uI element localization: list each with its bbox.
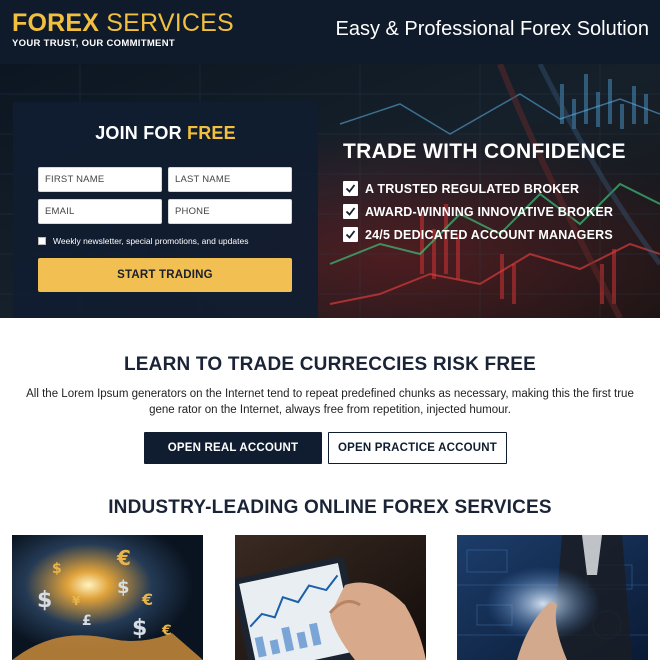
checkmark-icon [343, 204, 358, 219]
benefit-text: 24/5 DEDICATED ACCOUNT MANAGERS [365, 227, 613, 242]
svg-text:£: £ [82, 613, 92, 629]
newsletter-label: Weekly newsletter, special promotions, a… [53, 236, 249, 246]
first-name-input[interactable]: FIRST NAME [38, 167, 162, 192]
email-input[interactable]: EMAIL [38, 199, 162, 224]
open-real-account-button[interactable]: OPEN REAL ACCOUNT [144, 432, 322, 464]
open-practice-account-button[interactable]: OPEN PRACTICE ACCOUNT [328, 432, 507, 464]
start-trading-button[interactable]: START TRADING [38, 258, 292, 292]
learn-section-title: LEARN TO TRADE CURRECCIES RISK FREE [123, 354, 536, 375]
newsletter-checkbox[interactable] [38, 237, 46, 245]
svg-text:¥: ¥ [72, 594, 81, 608]
services-section-title: INDUSTRY-LEADING ONLINE FOREX SERVICES [108, 497, 552, 518]
header-tagline: Easy & Professional Forex Solution [335, 18, 650, 40]
benefit-item: AWARD-WINNING INNOVATIVE BROKER [343, 200, 613, 223]
svg-text:$: $ [37, 588, 52, 613]
logo-strong-text: FOREX [12, 9, 100, 37]
svg-text:$: $ [132, 616, 147, 641]
svg-text:€: € [141, 590, 153, 609]
tablet-chart-image [235, 535, 426, 660]
last-name-input[interactable]: LAST NAME [168, 167, 292, 192]
form-title-prefix: JOIN FOR [95, 123, 182, 143]
svg-text:$: $ [52, 561, 62, 577]
logo[interactable]: FOREX SERVICES YOUR TRUST, OUR COMMITMEN… [12, 9, 234, 49]
benefit-text: A TRUSTED REGULATED BROKER [365, 181, 580, 196]
hero-section: JOIN FOR FREE FIRST NAME LAST NAME EMAIL… [0, 64, 660, 318]
logo-tagline: YOUR TRUST, OUR COMMITMENT [12, 38, 175, 49]
touchscreen-businessman-image [457, 535, 648, 660]
benefit-item: A TRUSTED REGULATED BROKER [343, 177, 613, 200]
svg-text:$: $ [117, 577, 130, 598]
benefit-item: 24/5 DEDICATED ACCOUNT MANAGERS [343, 223, 613, 246]
newsletter-option: Weekly newsletter, special promotions, a… [38, 234, 248, 248]
logo-light-text: SERVICES [106, 9, 234, 37]
benefit-text: AWARD-WINNING INNOVATIVE BROKER [365, 204, 614, 219]
form-title-accent: FREE [187, 123, 236, 143]
learn-section-text: All the Lorem Ipsum generators on the In… [26, 388, 634, 416]
hero-title: TRADE WITH CONFIDENCE [343, 140, 626, 163]
signup-form-panel: JOIN FOR FREE FIRST NAME LAST NAME EMAIL… [13, 102, 318, 318]
site-header: FOREX SERVICES YOUR TRUST, OUR COMMITMEN… [0, 0, 660, 64]
phone-input[interactable]: PHONE [168, 199, 292, 224]
currency-hand-image: € $ € ¥ € $ $ $ £ [12, 535, 203, 660]
form-title: JOIN FOR FREE [13, 123, 318, 144]
benefit-list: A TRUSTED REGULATED BROKER AWARD-WINNING… [343, 177, 613, 246]
svg-text:€: € [116, 546, 131, 570]
checkmark-icon [343, 181, 358, 196]
checkmark-icon [343, 227, 358, 242]
